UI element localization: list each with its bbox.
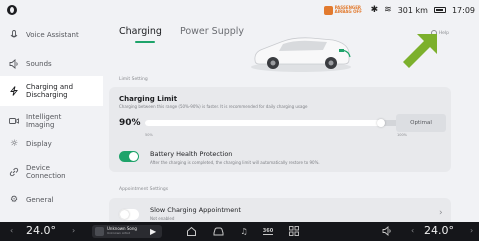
limit-setting-heading: Limit Setting [119,77,148,82]
media-player[interactable]: Unknown Song Unknown Artist ▶ [92,225,162,238]
apps-grid-icon[interactable] [288,225,300,237]
slow-charging-toggle[interactable] [119,209,139,220]
sidebar-item-voice-assistant[interactable]: Voice Assistant [0,20,103,50]
slider-max-label: 100% [397,133,408,137]
charging-limit-value: 90% [119,118,141,128]
optimal-button[interactable]: Optimal [396,114,446,132]
car-icon[interactable] [212,225,224,237]
passenger-airbag-status: PASSENGER AIRBAG OFF [323,5,365,15]
range-text: 301 km [397,5,428,15]
sidebar-item-label: Intelligent Imaging [26,113,62,129]
main-panel: Charging Power Supply Help Limit Setting… [103,20,479,228]
charging-limit-card: Charging Limit Charging between this ran… [109,87,451,172]
voice-icon [8,29,20,41]
charging-limit-subtitle: Charging between this range (50%-90%) is… [119,104,308,109]
temp-right-increase-icon[interactable]: › [470,226,473,235]
sidebar-item-device-connection[interactable]: Device Connection [0,157,103,187]
left-temperature[interactable]: 24.0° [26,224,56,237]
slow-charging-status: Not enabled [150,216,175,221]
status-bar: PASSENGER AIRBAG OFF ✱ ≋ 301 km 17:09 [0,0,479,20]
slider-min-label: 50% [145,133,153,137]
charging-limit-slider[interactable] [145,119,407,127]
sidebar-item-general[interactable]: ⚙ General [0,185,103,215]
album-art [95,227,104,236]
wifi-icon: ≋ [384,5,392,15]
right-temperature[interactable]: 24.0° [424,224,454,237]
tab-bar: Charging Power Supply [119,26,244,43]
car-illustration [251,37,351,72]
temp-left-decrease-icon[interactable]: ‹ [10,226,13,235]
temp-left-increase-icon[interactable]: › [72,226,75,235]
temp-right-decrease-icon[interactable]: ‹ [411,226,414,235]
sun-icon: ☼ [9,139,19,149]
sidebar-item-charging[interactable]: Charging and Discharging [0,76,103,106]
slider-handle[interactable] [377,119,385,127]
bottom-dock: ‹ 24.0° › Unknown Song Unknown Artist ▶ … [0,222,479,241]
charging-limit-title: Charging Limit [119,95,178,103]
status-indicators: PASSENGER AIRBAG OFF ✱ ≋ 301 km 17:09 [323,3,475,17]
sidebar-item-label: Device Connection [26,164,66,180]
appointment-heading: Appointment Settings [119,187,169,192]
speaker-icon [8,58,20,70]
clock: 17:09 [451,5,475,15]
tab-charging[interactable]: Charging [119,26,162,43]
battery-health-subtitle: After the charging is completed, the cha… [150,160,320,165]
bluetooth-icon: ✱ [370,5,379,15]
slider-fill [145,120,381,126]
music-note-icon[interactable]: ♫ [238,225,250,237]
tab-power-supply[interactable]: Power Supply [180,26,244,41]
home-icon[interactable] [185,225,197,237]
slow-charging-title: Slow Charging Appointment [150,206,241,214]
song-artist: Unknown Artist [107,231,130,235]
gear-icon: ⚙ [9,195,19,205]
play-icon[interactable]: ▶ [150,227,156,236]
chevron-right-icon: › [439,208,443,218]
charging-icon [8,85,20,97]
airbag-line2: AIRBAG OFF [334,9,362,14]
link-icon [8,166,20,178]
volume-icon[interactable] [381,225,393,237]
sidebar-item-sounds[interactable]: Sounds [0,49,103,79]
battery-icon [433,7,446,13]
sidebar-item-label: Display [26,140,52,148]
airbag-icon [323,5,333,15]
settings-sidebar: Voice Assistant Sounds Charging and Disc… [0,20,103,222]
sidebar-item-label: Voice Assistant [26,31,79,39]
camera-360-label: 360 [262,227,274,235]
battery-health-toggle[interactable] [119,151,139,162]
annotation-arrow-icon [403,34,437,68]
sidebar-item-label: Charging and Discharging [26,83,74,99]
toggle-knob [120,210,129,219]
brand-logo [7,5,17,15]
sidebar-item-label: Sounds [26,60,52,68]
toggle-knob [129,152,138,161]
battery-health-title: Battery Health Protection [150,150,233,158]
sidebar-item-display[interactable]: ☼ Display [0,129,103,159]
camera-360-icon[interactable]: 360 [262,225,274,237]
sidebar-item-label: General [26,196,54,204]
camera-icon [8,115,20,127]
